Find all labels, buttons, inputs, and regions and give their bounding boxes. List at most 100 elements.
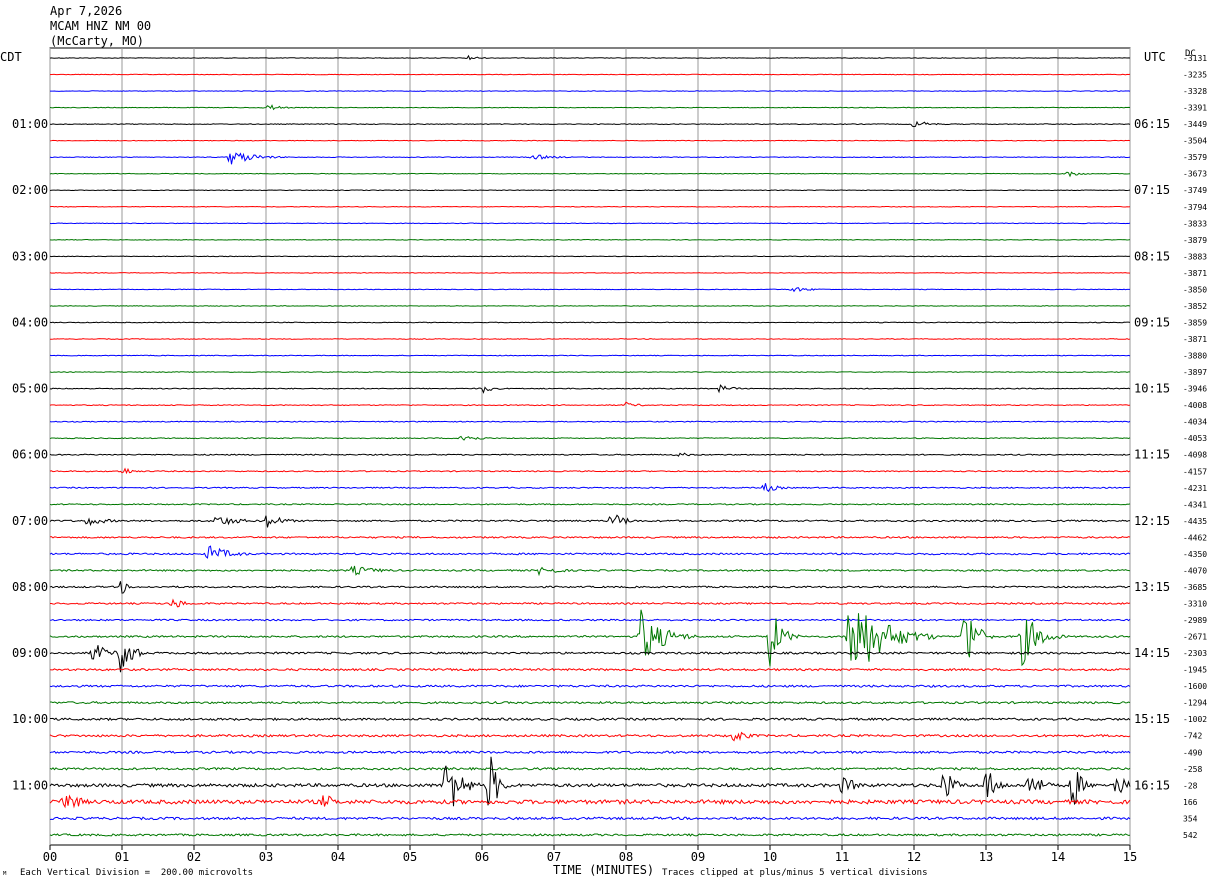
trace-line <box>49 684 1131 688</box>
trace-line <box>49 420 1131 423</box>
cdt-hour-label: 07:00 <box>12 514 48 528</box>
dc-offset-label: -3328 <box>1183 87 1207 96</box>
utc-hour-label: 14:15 <box>1134 646 1170 660</box>
dc-offset-label: -4098 <box>1183 451 1207 460</box>
dc-offset-label: -3504 <box>1183 137 1207 146</box>
trace-line <box>49 794 1131 809</box>
dc-offset-label: -3794 <box>1183 203 1207 212</box>
dc-offset-label: -3871 <box>1183 335 1207 344</box>
dc-offset-label: -1002 <box>1183 715 1207 724</box>
trace-line <box>49 766 1131 771</box>
dc-offset-label: 354 <box>1183 814 1198 823</box>
dc-offset-label: -4157 <box>1183 467 1207 476</box>
trace-line <box>49 287 1131 293</box>
utc-hour-label: 09:15 <box>1134 315 1170 329</box>
utc-hour-label: 07:15 <box>1134 183 1170 197</box>
trace-line <box>49 205 1131 208</box>
trace-line <box>49 618 1131 622</box>
dc-offset-label: -3871 <box>1183 269 1207 278</box>
dc-offset-label: -2671 <box>1183 633 1207 642</box>
trace-line <box>49 54 1131 61</box>
x-tick-label: 15 <box>1123 850 1137 864</box>
utc-hour-label: 11:15 <box>1134 448 1170 462</box>
dc-offset-label: -2989 <box>1183 616 1207 625</box>
trace-line <box>49 514 1131 528</box>
x-tick-label: 01 <box>115 850 129 864</box>
dc-offset-label: -4231 <box>1183 484 1207 493</box>
dc-offset-label: -3685 <box>1183 583 1207 592</box>
utc-hour-label: 15:15 <box>1134 712 1170 726</box>
x-tick-label: 03 <box>259 850 273 864</box>
utc-hour-label: 06:15 <box>1134 117 1170 131</box>
trace-line <box>49 171 1131 178</box>
trace-line <box>49 354 1131 357</box>
utc-hour-label: 12:15 <box>1134 514 1170 528</box>
x-tick-label: 00 <box>43 850 57 864</box>
x-tick-label: 10 <box>763 850 777 864</box>
dc-offset-label: -490 <box>1183 748 1202 757</box>
dc-offset-label: -3946 <box>1183 385 1207 394</box>
utc-hour-label: 10:15 <box>1134 382 1170 396</box>
dc-offset-label: -3310 <box>1183 599 1207 608</box>
dc-offset-label: -3833 <box>1183 219 1207 228</box>
x-tick-label: 13 <box>979 850 993 864</box>
x-tick-label: 11 <box>835 850 849 864</box>
trace-line <box>49 189 1131 192</box>
trace-line <box>49 598 1131 608</box>
plot-frame <box>49 47 1131 846</box>
x-tick-label: 14 <box>1051 850 1065 864</box>
cdt-hour-label: 11:00 <box>12 778 48 792</box>
dc-offset-label: 542 <box>1183 831 1198 840</box>
trace-line <box>49 609 1131 667</box>
cdt-hour-label: 05:00 <box>12 382 48 396</box>
dc-offset-label: -4070 <box>1183 566 1207 575</box>
trace-line <box>49 717 1131 722</box>
cdt-hour-label: 09:00 <box>12 646 48 660</box>
dc-offset-label: -3235 <box>1183 71 1207 80</box>
trace-line <box>49 581 1131 594</box>
dc-offset-label: -4350 <box>1183 550 1207 559</box>
dc-offset-label: -2303 <box>1183 649 1207 658</box>
trace-line <box>49 239 1131 241</box>
trace-line <box>49 104 1131 111</box>
dc-offset-label: -1294 <box>1183 699 1207 708</box>
dc-offset-label: -3391 <box>1183 104 1207 113</box>
trace-line <box>49 545 1131 559</box>
trace-line <box>49 90 1131 92</box>
x-tick-label: 07 <box>547 850 561 864</box>
trace-line <box>49 401 1131 407</box>
utc-hour-label: 13:15 <box>1134 580 1170 594</box>
x-tick-label: 06 <box>475 850 489 864</box>
dc-offset-label: -3131 <box>1183 54 1207 63</box>
cdt-hour-label: 02:00 <box>12 183 48 197</box>
trace-line <box>49 816 1131 821</box>
dc-offset-label: -4462 <box>1183 533 1207 542</box>
trace-line <box>49 384 1131 394</box>
dc-offset-label: -3880 <box>1183 352 1207 361</box>
seismogram-chart: 00 01 02 03 04 05 06 07 08 09 10 11 12 13 14 15 -3131 -32… <box>12 47 1207 864</box>
trace-line <box>49 435 1131 441</box>
trace-line <box>49 467 1131 475</box>
utc-hour-label: 16:15 <box>1134 778 1170 792</box>
scale-note: Each Vertical Division = 200.00 microvol… <box>20 868 253 878</box>
trace-line <box>49 750 1131 755</box>
trace-line <box>49 452 1131 457</box>
trace-line <box>49 565 1131 577</box>
dc-offset-label: -3852 <box>1183 302 1207 311</box>
dc-offset-label: -3850 <box>1183 285 1207 294</box>
trace-line <box>49 833 1131 837</box>
cdt-hour-label: 10:00 <box>12 712 48 726</box>
trace-line <box>49 503 1131 506</box>
dc-offset-label: -3749 <box>1183 186 1207 195</box>
trace-line <box>49 731 1131 742</box>
dc-offset-label: -3449 <box>1183 120 1207 129</box>
dc-offset-label: -4034 <box>1183 418 1207 427</box>
trace-line <box>49 535 1131 539</box>
x-tick-label: 05 <box>403 850 417 864</box>
dc-offset-label: -1945 <box>1183 666 1207 675</box>
cdt-hour-label: 01:00 <box>12 117 48 131</box>
cdt-hour-label: 03:00 <box>12 249 48 263</box>
x-tick-label: 09 <box>691 850 705 864</box>
trace-line <box>49 305 1131 307</box>
dc-offset-label: -4435 <box>1183 517 1207 526</box>
